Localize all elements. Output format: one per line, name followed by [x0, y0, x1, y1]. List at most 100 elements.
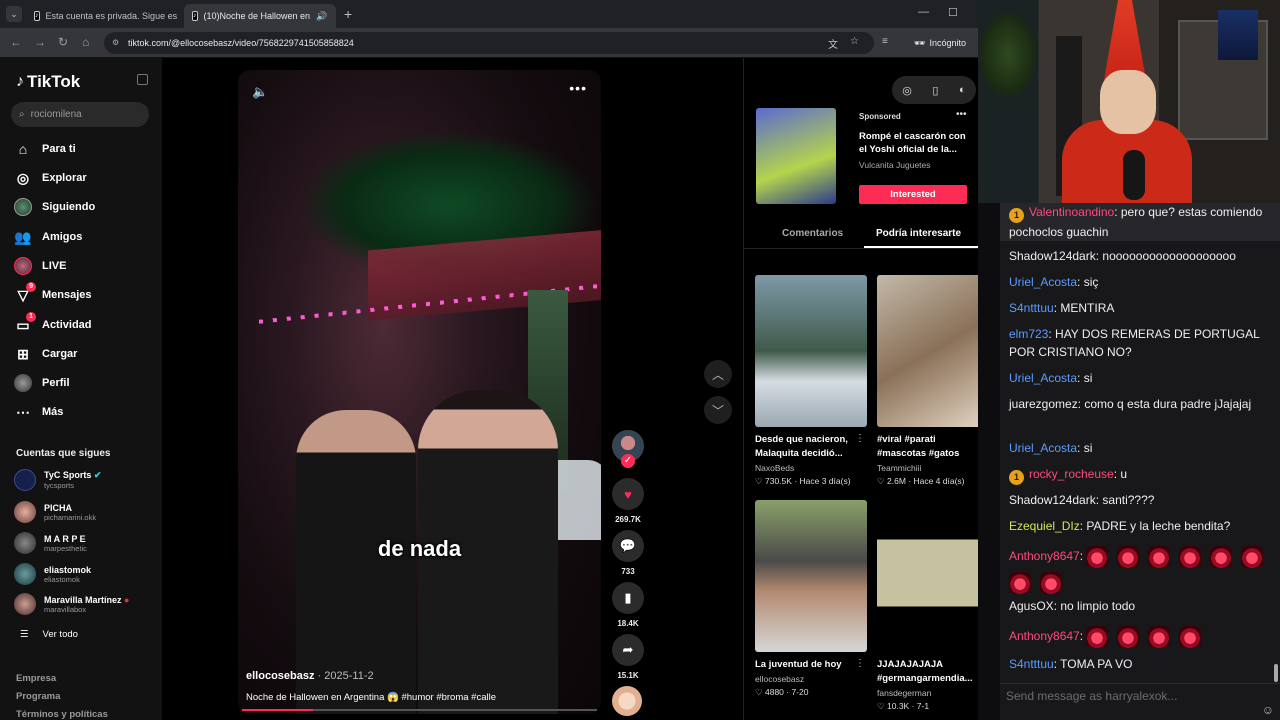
chat-username[interactable]: Uriel_Acosta	[1009, 275, 1077, 289]
search-input[interactable]: ⌕ rociomilena	[11, 102, 149, 127]
chat-username[interactable]: S4ntttuu	[1009, 657, 1054, 671]
followed-account[interactable]: M A R P E marpesthetic	[14, 532, 87, 554]
chat-username[interactable]: Shadow124dark	[1009, 493, 1096, 507]
new-tab-button[interactable]: +	[344, 6, 352, 22]
chat-username[interactable]: Shadow124dark	[1009, 249, 1096, 263]
chat-username[interactable]: juarezgomez	[1009, 397, 1078, 411]
minimize-button[interactable]: —	[918, 6, 929, 18]
home-icon[interactable]: ⌂	[82, 35, 89, 49]
chat-username[interactable]: elm723	[1009, 327, 1048, 341]
maximize-button[interactable]: ☐	[948, 6, 958, 19]
chat-username[interactable]: Anthony8647	[1009, 549, 1080, 563]
chat-username[interactable]: AgusOX	[1009, 599, 1054, 613]
next-video-button[interactable]: ﹀	[704, 396, 732, 424]
nav-amigos[interactable]: 👥 Amigos	[14, 225, 82, 249]
address-bar[interactable]: ⚙ tiktok.com/@ellocosebasz/video/7568229…	[104, 32, 874, 54]
save-button[interactable]: ▮ 18.4K	[612, 582, 644, 628]
ad-title[interactable]: Rompé el cascarón con el Yoshi oficial d…	[859, 130, 971, 156]
incognito-indicator[interactable]: 🕶 Incógnito	[906, 34, 974, 52]
bookmark-star-icon[interactable]: ☆	[850, 36, 859, 47]
emoji-icon[interactable]: ☺	[1262, 703, 1274, 717]
nav-perfil[interactable]: Perfil	[14, 371, 70, 395]
tab-podria-interesarte[interactable]: Podría interesarte	[876, 228, 961, 239]
chat-username[interactable]: S4ntttuu	[1009, 301, 1054, 315]
back-arrow-icon[interactable]: ←	[10, 35, 22, 49]
footer-link-programa[interactable]: Programa	[16, 688, 108, 706]
video-description: Noche de Hallowen en Argentina 😱 #humor …	[246, 692, 497, 703]
tiktok-logo[interactable]: ♪ TikTok	[16, 72, 80, 92]
webcam-microphone	[1123, 150, 1145, 200]
tab-audio-icon[interactable]: 🔊	[316, 11, 327, 22]
suggested-video-card[interactable]: #viral #parati #mascotas #gatos ⋮ Teammi…	[877, 275, 989, 487]
chat-username[interactable]: Valentinoandino	[1029, 205, 1114, 219]
compass-icon[interactable]: ◎	[902, 84, 912, 97]
forward-arrow-icon[interactable]: →	[34, 35, 46, 49]
card-author: Teammichiii	[877, 463, 922, 473]
previous-video-button[interactable]: ︿	[704, 360, 732, 388]
avatar	[14, 469, 36, 491]
device-icon[interactable]: ▯	[932, 84, 938, 97]
siren-emote-icon	[1148, 545, 1171, 568]
card-more-icon[interactable]: ⋮	[855, 658, 865, 669]
followed-account[interactable]: TyC Sports ✔ tycsports	[14, 469, 101, 491]
nav-actividad[interactable]: ▭ 1 Actividad	[14, 312, 92, 337]
chat-message: AgusOX: no limpio todo	[1009, 599, 1136, 613]
translate-icon[interactable]: 文	[828, 36, 838, 51]
card-more-icon[interactable]: ⋮	[855, 433, 865, 444]
profile-avatar-icon[interactable]: ◐	[959, 84, 966, 96]
chat-username[interactable]: rocky_rocheuse	[1029, 467, 1114, 481]
nav-mensajes[interactable]: ▽ 9 Mensajes	[14, 282, 92, 307]
suggested-video-card[interactable]: La juventud de hoy ⋮ ellocosebasz ♡ 4880…	[755, 500, 867, 698]
tab-comentarios[interactable]: Comentarios	[782, 228, 843, 239]
browser-tab-current-video[interactable]: ♪ (10)Noche de Hallowen en 🔊 ✕	[184, 4, 336, 28]
streamer-webcam	[978, 0, 1280, 203]
music-disc-icon[interactable]	[612, 686, 642, 716]
footer-link-terminos[interactable]: Términos y políticas	[16, 706, 108, 720]
more-options-icon[interactable]: •••	[569, 80, 587, 96]
search-icon: ⌕	[19, 109, 25, 120]
chat-text: si	[1083, 371, 1093, 385]
chat-input[interactable]: Send message as harryalexok... ☺	[1000, 683, 1280, 720]
footer-link-empresa[interactable]: Empresa	[16, 670, 108, 688]
suggested-video-card[interactable]: Desde que nacieron, Malaquita decidió...…	[755, 275, 867, 487]
followed-account[interactable]: eliastomok eliastomok	[14, 563, 91, 585]
share-button[interactable]: ➦ 15.1K	[612, 634, 644, 680]
comment-button[interactable]: 💬 733	[612, 530, 644, 576]
collapse-sidebar-icon[interactable]	[137, 74, 148, 85]
chat-scrollbar[interactable]	[1274, 664, 1278, 682]
tab-search-chevron-icon[interactable]: ⌄	[6, 6, 22, 22]
suggested-video-card[interactable]: JJAJAJAJAJA #germangarmendia... ⋮ fansde…	[877, 500, 989, 712]
nav-mas[interactable]: ⋯ Más	[14, 400, 63, 424]
chat-username[interactable]: Anthony8647	[1009, 629, 1080, 643]
account-handle: maravillabox	[44, 604, 87, 614]
chat-input-placeholder: Send message as harryalexok...	[1006, 689, 1178, 703]
activity-icon: ▭ 1	[14, 312, 36, 334]
chevron-down-icon: ﹀	[711, 403, 724, 418]
video-progress-bar[interactable]	[242, 709, 597, 711]
see-all-link[interactable]: ☰ Ver todo	[20, 629, 78, 640]
browser-tab-private-account[interactable]: ♪ Esta cuenta es privada. Sigue es ✕	[26, 4, 182, 28]
follow-plus-icon[interactable]: ✓	[621, 454, 635, 468]
video-author[interactable]: ellocosebasz · 2025-11-2	[246, 670, 374, 682]
video-player[interactable]: 🔈 ••• de nada ellocosebasz · 2025-11-2 N…	[238, 70, 601, 714]
interested-button[interactable]: Interested	[859, 185, 967, 204]
volume-icon[interactable]: 🔈	[252, 84, 268, 100]
nav-explorar[interactable]: ◎ Explorar	[14, 166, 87, 190]
reload-icon[interactable]: ↻	[58, 35, 68, 49]
ad-more-icon[interactable]: •••	[956, 109, 967, 120]
followed-account[interactable]: PICHA pichamarini.okk	[14, 501, 96, 523]
chat-username[interactable]: Ezequiel_DIz	[1009, 519, 1080, 533]
ad-thumbnail[interactable]	[756, 108, 836, 204]
nav-para-ti[interactable]: ⌂ Para ti	[14, 137, 76, 161]
media-controls-icon[interactable]: ≡	[882, 36, 888, 47]
like-button[interactable]: ♥ 269.7K	[612, 478, 644, 524]
followed-account[interactable]: Maravilla Martínez ● maravillabox	[14, 593, 129, 615]
chat-gutter	[978, 203, 1000, 720]
nav-cargar[interactable]: ⊞ Cargar	[14, 342, 77, 366]
chat-username[interactable]: Uriel_Acosta	[1009, 441, 1077, 455]
nav-siguiendo[interactable]: Siguiendo	[14, 195, 95, 219]
nav-live[interactable]: LIVE	[14, 254, 66, 278]
chat-username[interactable]: Uriel_Acosta	[1009, 371, 1077, 385]
site-info-icon[interactable]: ⚙	[112, 38, 122, 48]
chat-message: Uriel_Acosta: siç	[1009, 275, 1099, 289]
